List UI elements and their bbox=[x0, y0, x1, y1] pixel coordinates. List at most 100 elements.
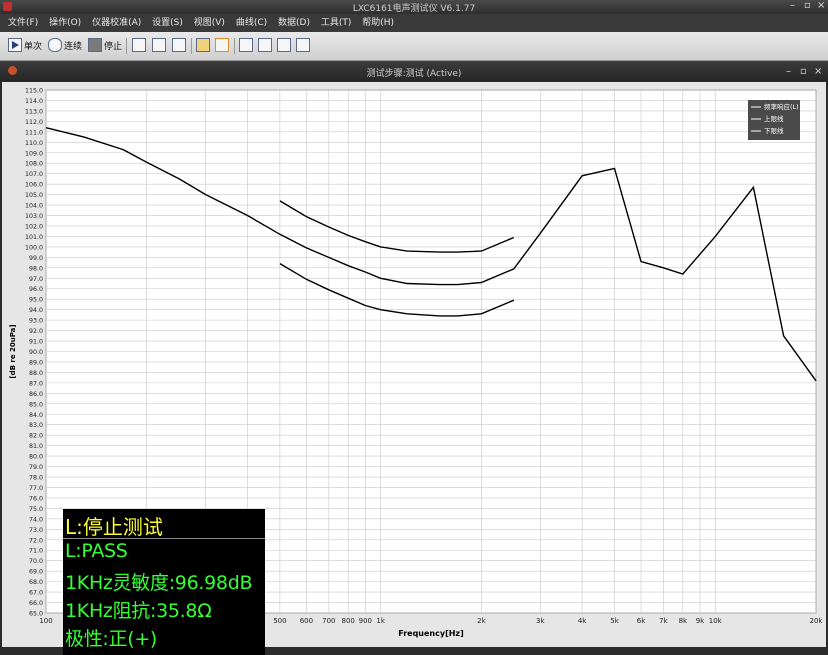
y-tick-label: 78.0 bbox=[29, 475, 43, 482]
impedance-value: 1KHz阻抗:35.8Ω bbox=[65, 600, 212, 622]
x-tick-label: 4k bbox=[578, 617, 587, 625]
y-tick-label: 80.0 bbox=[29, 454, 43, 461]
y-tick-label: 75.0 bbox=[29, 506, 43, 513]
columns-icon[interactable] bbox=[296, 38, 310, 52]
legend: 频率响应(L) 上限线下限线 bbox=[748, 100, 800, 140]
x-tick-label: 20k bbox=[810, 617, 824, 625]
y-tick-label: 102.0 bbox=[25, 223, 43, 230]
window-titlebar: LXC6161电声测试仪 V6.1.77 – ▫ × bbox=[0, 0, 828, 14]
y-tick-label: 111.0 bbox=[25, 129, 43, 136]
subwindow-title: 测试步骤:测试 (Active) bbox=[366, 69, 462, 79]
y-tick-label: 73.0 bbox=[29, 527, 43, 534]
y-tick-label: 103.0 bbox=[25, 213, 43, 220]
y-tick-label: 100.0 bbox=[25, 244, 43, 251]
y-tick-label: 85.0 bbox=[29, 401, 43, 408]
loop-test-button[interactable]: 连续 bbox=[48, 37, 82, 53]
menu-tools[interactable]: 工具(T) bbox=[321, 14, 352, 32]
close-icon[interactable]: × bbox=[817, 0, 825, 11]
y-tick-label: 71.0 bbox=[29, 548, 43, 555]
y-tick-label: 67.0 bbox=[29, 590, 43, 597]
stop-icon bbox=[88, 38, 102, 52]
list-icon[interactable] bbox=[277, 38, 291, 52]
y-tick-label: 88.0 bbox=[29, 370, 43, 377]
x-tick-label: 1k bbox=[376, 617, 385, 625]
y-tick-label: 81.0 bbox=[29, 443, 43, 450]
y-tick-label: 94.0 bbox=[29, 307, 43, 314]
y-tick-label: 87.0 bbox=[29, 380, 43, 387]
sensitivity-value: 1KHz灵敏度:96.98dB bbox=[65, 572, 253, 594]
legend-entry: 下限线 bbox=[764, 126, 784, 135]
menu-calibrate[interactable]: 仪器校准(A) bbox=[92, 14, 141, 32]
menu-operate[interactable]: 操作(O) bbox=[49, 14, 81, 32]
y-tick-label: 114.0 bbox=[25, 98, 43, 105]
sub-close-icon[interactable]: × bbox=[814, 66, 822, 77]
single-test-button[interactable]: 单次 bbox=[8, 37, 42, 53]
export-icon[interactable] bbox=[258, 38, 272, 52]
menu-curve[interactable]: 曲线(C) bbox=[236, 14, 267, 32]
x-tick-label: 3k bbox=[536, 617, 545, 625]
sub-restore-icon[interactable]: ▫ bbox=[800, 66, 807, 77]
menu-help[interactable]: 帮助(H) bbox=[362, 14, 394, 32]
menu-view[interactable]: 视图(V) bbox=[194, 14, 225, 32]
play-icon bbox=[8, 38, 22, 52]
y-tick-label: 96.0 bbox=[29, 286, 43, 293]
y-tick-label: 110.0 bbox=[25, 140, 43, 147]
y-tick-label: 98.0 bbox=[29, 265, 43, 272]
toolbar-separator bbox=[191, 38, 192, 54]
y-tick-label: 104.0 bbox=[25, 203, 43, 210]
x-tick-label: 6k bbox=[637, 617, 646, 625]
y-tick-label: 92.0 bbox=[29, 328, 43, 335]
single-test-label: 单次 bbox=[24, 41, 43, 52]
menu-settings[interactable]: 设置(S) bbox=[152, 14, 183, 32]
restore-icon[interactable]: ▫ bbox=[804, 0, 811, 11]
stop-test-label: 停止 bbox=[104, 41, 123, 52]
y-tick-label: 66.0 bbox=[29, 600, 43, 607]
status-divider bbox=[63, 538, 265, 539]
menu-file[interactable]: 文件(F) bbox=[8, 14, 38, 32]
menu-bar: 文件(F) 操作(O) 仪器校准(A) 设置(S) 视图(V) 曲线(C) 数据… bbox=[0, 14, 828, 32]
stop-test-button[interactable]: 停止 bbox=[88, 37, 122, 53]
curve-icon[interactable] bbox=[152, 38, 166, 52]
y-tick-label: 93.0 bbox=[29, 318, 43, 325]
y-tick-label: 69.0 bbox=[29, 569, 43, 576]
y-tick-label: 99.0 bbox=[29, 255, 43, 262]
x-tick-label: 7k bbox=[659, 617, 668, 625]
x-tick-label: 8k bbox=[679, 617, 688, 625]
subwindow-titlebar: 测试步骤:测试 (Active) – ▫ × bbox=[0, 61, 828, 81]
y-tick-label: 97.0 bbox=[29, 276, 43, 283]
y-tick-label: 79.0 bbox=[29, 464, 43, 471]
menu-data[interactable]: 数据(D) bbox=[278, 14, 310, 32]
calculator-icon[interactable] bbox=[172, 38, 186, 52]
toolbar: 单次 连续 停止 bbox=[0, 32, 828, 61]
legend-entry: 上限线 bbox=[764, 114, 784, 123]
settings-icon[interactable] bbox=[132, 38, 146, 52]
loop-icon bbox=[48, 38, 62, 52]
y-axis-label: [dB re 20uPa] bbox=[9, 324, 17, 378]
y-tick-label: 90.0 bbox=[29, 349, 43, 356]
y-axis-ticks: 65.066.067.068.069.070.071.072.073.074.0… bbox=[25, 88, 43, 618]
minimize-icon[interactable]: – bbox=[790, 0, 795, 11]
save-icon[interactable] bbox=[215, 38, 229, 52]
y-tick-label: 113.0 bbox=[25, 108, 43, 115]
sub-minimize-icon[interactable]: – bbox=[786, 66, 791, 77]
open-folder-icon[interactable] bbox=[196, 38, 210, 52]
y-tick-label: 109.0 bbox=[25, 150, 43, 157]
x-tick-label: 900 bbox=[359, 617, 372, 625]
y-tick-label: 83.0 bbox=[29, 422, 43, 429]
y-tick-label: 91.0 bbox=[29, 339, 43, 346]
x-tick-label: 100 bbox=[39, 617, 52, 625]
y-tick-label: 115.0 bbox=[25, 88, 43, 95]
y-tick-label: 89.0 bbox=[29, 359, 43, 366]
loop-test-label: 连续 bbox=[64, 41, 83, 52]
y-tick-label: 70.0 bbox=[29, 558, 43, 565]
legend-entry: 频率响应(L) bbox=[764, 102, 799, 111]
test-result: L:PASS bbox=[65, 540, 128, 562]
y-tick-label: 82.0 bbox=[29, 433, 43, 440]
document-icon[interactable] bbox=[239, 38, 253, 52]
x-tick-label: 9k bbox=[696, 617, 705, 625]
x-tick-label: 10k bbox=[709, 617, 723, 625]
x-tick-label: 500 bbox=[273, 617, 286, 625]
window-title: LXC6161电声测试仪 V6.1.77 bbox=[352, 4, 476, 14]
y-tick-label: 74.0 bbox=[29, 516, 43, 523]
x-tick-label: 5k bbox=[610, 617, 619, 625]
